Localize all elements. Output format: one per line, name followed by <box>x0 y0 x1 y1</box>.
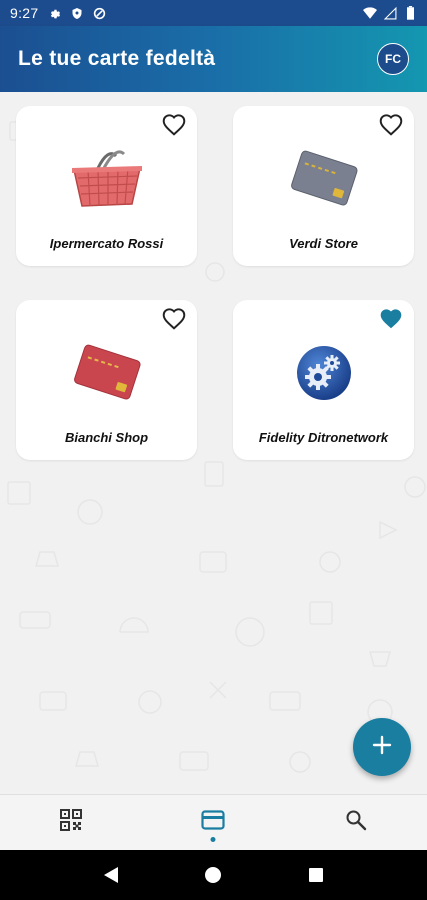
status-time: 9:27 <box>10 5 39 21</box>
bottom-navigation <box>0 794 427 850</box>
loyalty-card[interactable]: Verdi Store <box>233 106 414 266</box>
qr-code-icon <box>60 809 83 836</box>
signal-icon <box>383 6 397 20</box>
battery-icon <box>403 6 417 20</box>
page-title: Le tue carte fedeltà <box>18 47 216 70</box>
shopping-basket-icon <box>65 144 149 214</box>
nav-cards[interactable] <box>142 795 284 850</box>
card-name: Fidelity Ditronetwork <box>258 430 389 445</box>
wifi-icon <box>363 6 377 20</box>
app-bar: Le tue carte fedeltà FC <box>0 26 427 92</box>
active-indicator <box>210 837 216 842</box>
gray-card-icon <box>282 144 366 214</box>
heart-filled-icon[interactable] <box>378 306 404 330</box>
back-icon[interactable] <box>99 863 123 887</box>
loyalty-card[interactable]: Fidelity Ditronetwork <box>233 300 414 460</box>
avatar[interactable]: FC <box>377 43 409 75</box>
heart-outline-icon[interactable] <box>161 112 187 136</box>
status-bar: 9:27 <box>0 0 427 26</box>
card-name: Bianchi Shop <box>64 430 149 445</box>
card-name: Ipermercato Rossi <box>49 236 164 251</box>
card-icon <box>201 810 226 835</box>
gears-logo-icon <box>282 338 366 408</box>
recents-icon[interactable] <box>304 863 328 887</box>
home-icon[interactable] <box>201 863 225 887</box>
add-card-button[interactable] <box>353 718 411 776</box>
system-navigation <box>0 850 427 900</box>
search-icon <box>345 809 367 836</box>
settings-icon <box>48 6 62 20</box>
plus-icon <box>372 735 392 760</box>
heart-outline-icon[interactable] <box>378 112 404 136</box>
red-card-icon <box>65 338 149 408</box>
card-name: Verdi Store <box>289 236 358 251</box>
shield-icon <box>70 6 84 20</box>
loyalty-card[interactable]: Bianchi Shop <box>16 300 197 460</box>
nav-search[interactable] <box>285 795 427 850</box>
cards-area: Ipermercato Rossi Verdi Store Bianchi Sh… <box>0 92 427 794</box>
loyalty-card[interactable]: Ipermercato Rossi <box>16 106 197 266</box>
data-saver-icon <box>92 6 106 20</box>
heart-outline-icon[interactable] <box>161 306 187 330</box>
nav-qr-code[interactable] <box>0 795 142 850</box>
cards-grid: Ipermercato Rossi Verdi Store Bianchi Sh… <box>16 106 414 460</box>
